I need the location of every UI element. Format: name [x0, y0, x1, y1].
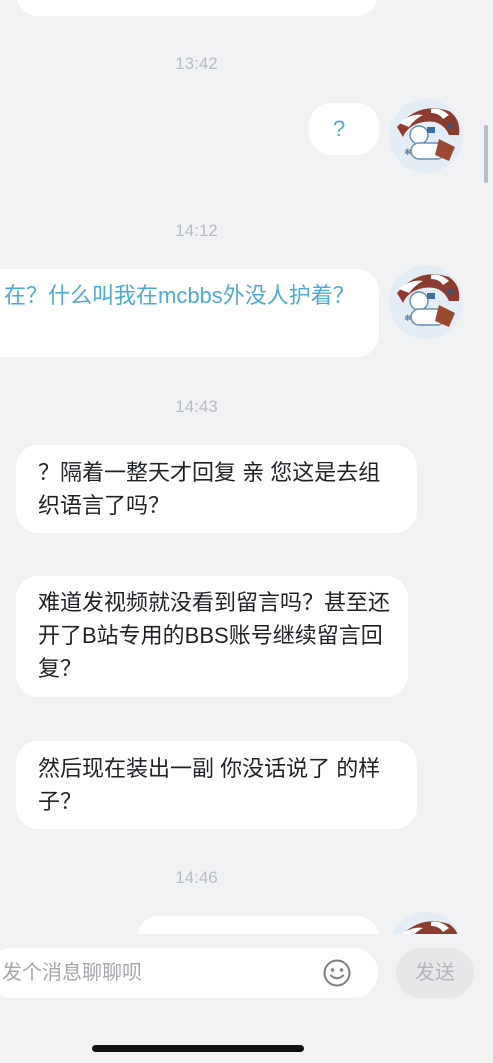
svg-text:❄: ❄ — [447, 288, 455, 298]
svg-text:❄: ❄ — [404, 148, 412, 158]
send-button[interactable]: 发送 — [396, 948, 474, 998]
scrollbar-thumb[interactable] — [484, 125, 488, 183]
message-composer: 发送 — [0, 934, 493, 1063]
message-input[interactable] — [0, 948, 322, 998]
message-text: ? — [333, 116, 346, 141]
timestamp: 14:43 — [175, 397, 218, 416]
chat-scroll-area[interactable]: 13:42 ? ❄ ❄ 14:12 在？什么叫我在mcbbs外没人护着？ ❄ ❄… — [0, 0, 493, 934]
message-input-container[interactable] — [0, 948, 378, 998]
avatar-image: ❄ ❄ — [389, 265, 463, 339]
avatar-image: ❄ ❄ — [389, 99, 463, 173]
message-text: ？隔着一整天才回复 亲 您这是去组织语言了吗？ — [38, 460, 381, 518]
smiley-face-icon[interactable] — [322, 958, 352, 988]
message-bubble-incoming[interactable]: 然后现在装出一副 你没话说了 的样子？ — [16, 741, 417, 829]
timestamp: 13:42 — [175, 54, 218, 73]
message-bubble-outgoing[interactable]: 在？什么叫我在mcbbs外没人护着？ — [0, 269, 379, 357]
message-bubble-incoming[interactable]: ？隔着一整天才回复 亲 您这是去组织语言了吗？ — [16, 445, 417, 533]
avatar[interactable]: ❄ ❄ — [389, 99, 463, 173]
home-indicator — [92, 1045, 304, 1052]
message-bubble-outgoing-partial[interactable] — [137, 916, 379, 934]
message-bubble-partial — [16, 0, 378, 16]
timestamp: 14:46 — [175, 868, 218, 887]
message-text-cutoff — [161, 926, 361, 934]
timestamp: 14:12 — [175, 221, 218, 240]
message-text: 在？什么叫我在mcbbs外没人护着？ — [4, 283, 355, 308]
message-bubble-incoming[interactable]: 难道发视频就没看到留言吗？甚至还开了B站专用的BBS账号继续留言回复？ — [16, 576, 408, 697]
avatar[interactable] — [389, 912, 463, 934]
avatar[interactable]: ❄ ❄ — [389, 265, 463, 339]
message-text: 然后现在装出一副 你没话说了 的样子？ — [38, 756, 381, 814]
message-bubble-outgoing[interactable]: ? — [309, 103, 379, 155]
svg-text:❄: ❄ — [404, 314, 412, 324]
message-text: 难道发视频就没看到留言吗？甚至还开了B站专用的BBS账号继续留言回复？ — [38, 590, 391, 681]
svg-text:❄: ❄ — [447, 122, 455, 132]
avatar-image — [392, 912, 460, 934]
